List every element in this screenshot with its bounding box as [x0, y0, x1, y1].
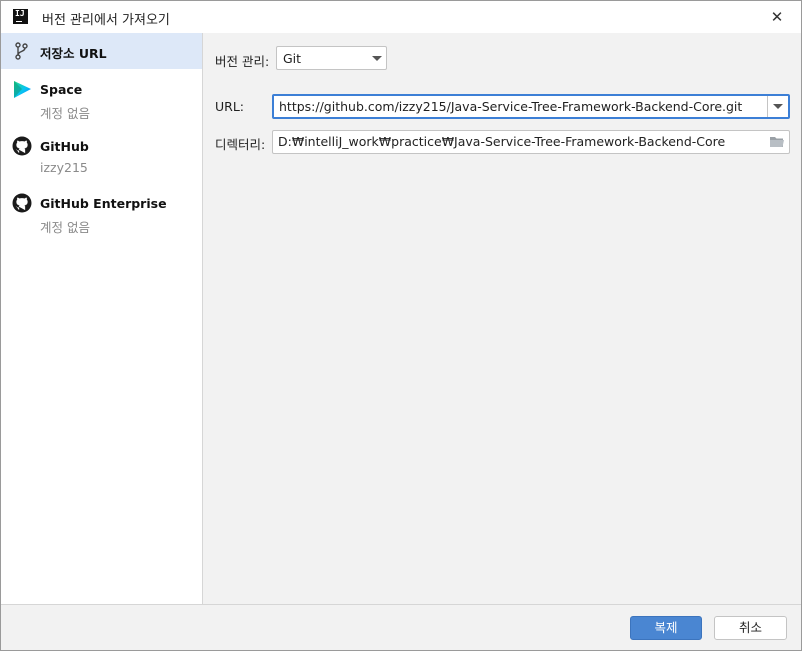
vcs-select-value: Git — [283, 51, 302, 66]
space-icon — [14, 81, 31, 98]
title-bar: IJ 버전 관리에서 가져오기 ✕ — [1, 1, 801, 33]
sidebar-item-subtitle: izzy215 — [40, 160, 88, 175]
sidebar-item-space[interactable]: Space 계정 없음 — [1, 71, 202, 123]
directory-label: 디렉터리: — [215, 137, 266, 152]
close-button[interactable]: ✕ — [763, 5, 791, 29]
sidebar-item-repository-url[interactable]: 저장소 URL — [1, 33, 202, 69]
git-branch-icon — [15, 42, 28, 60]
sidebar-item-subtitle: 계정 없음 — [40, 220, 90, 235]
sidebar-item-github[interactable]: GitHub izzy215 — [1, 129, 202, 181]
github-icon — [12, 193, 32, 213]
sidebar-item-github-enterprise[interactable]: GitHub Enterprise 계정 없음 — [1, 186, 202, 238]
directory-input-value: D:₩intelliJ_work₩practice₩Java-Service-T… — [278, 134, 726, 149]
vcs-label: 버전 관리: — [215, 54, 270, 69]
sidebar-item-label: GitHub — [40, 139, 89, 154]
dialog-footer: 복제 취소 — [1, 604, 801, 650]
url-input[interactable]: https://github.com/izzy215/Java-Service-… — [272, 94, 790, 119]
chevron-down-icon — [773, 104, 783, 109]
sidebar-item-label: 저장소 URL — [40, 46, 107, 61]
intellij-icon: IJ — [13, 9, 28, 24]
url-input-value: https://github.com/izzy215/Java-Service-… — [279, 99, 743, 114]
sidebar: 저장소 URL Space 계정 없음 GitHub izzy215 GitHu… — [1, 33, 203, 604]
url-history-dropdown[interactable] — [767, 96, 788, 117]
dialog-title: 버전 관리에서 가져오기 — [42, 13, 170, 28]
vcs-select[interactable]: Git — [276, 46, 387, 70]
folder-icon[interactable] — [769, 135, 785, 149]
dialog-window: IJ 버전 관리에서 가져오기 ✕ 저장소 URL Space 계정 없음 Gi… — [0, 0, 802, 651]
url-label: URL: — [215, 99, 245, 114]
github-icon — [12, 136, 32, 156]
sidebar-item-label: GitHub Enterprise — [40, 196, 167, 211]
sidebar-item-subtitle: 계정 없음 — [40, 106, 90, 121]
directory-input[interactable]: D:₩intelliJ_work₩practice₩Java-Service-T… — [272, 130, 790, 154]
chevron-down-icon — [372, 56, 382, 61]
cancel-button[interactable]: 취소 — [714, 616, 787, 640]
sidebar-item-label: Space — [40, 82, 83, 97]
clone-button[interactable]: 복제 — [630, 616, 702, 640]
main-panel: 버전 관리: Git URL: https://github.com/izzy2… — [203, 33, 801, 604]
